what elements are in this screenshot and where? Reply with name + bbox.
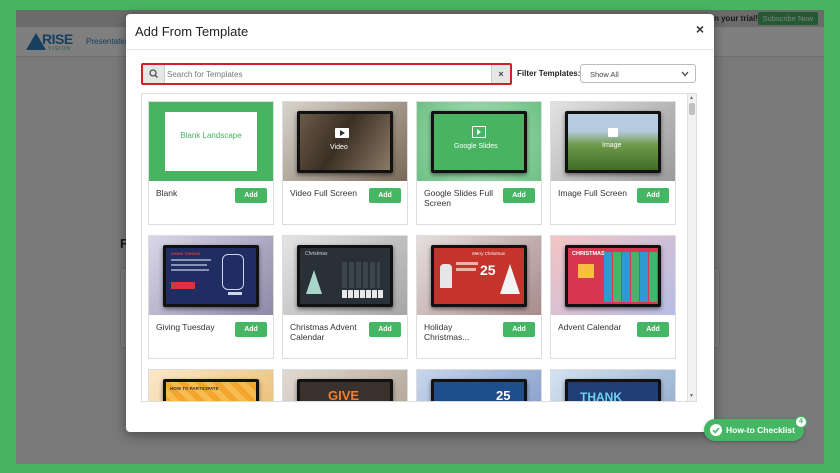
thumb-text: Image <box>602 142 622 149</box>
template-thumbnail: Blank Landscape <box>149 102 273 181</box>
thumb-text: HOW TO PARTICIPATE <box>170 386 219 391</box>
scroll-down-icon[interactable]: ▼ <box>689 393 694 399</box>
template-thumbnail: HOW TO PARTICIPATE <box>149 370 273 401</box>
add-from-template-modal: Add From Template × × Filter Templates: … <box>126 14 714 432</box>
filter-label: Filter Templates: <box>517 69 581 78</box>
modal-title: Add From Template <box>135 24 249 39</box>
add-button[interactable]: Add <box>369 322 401 337</box>
template-thumbnail: Merry Christmas 25 <box>417 236 541 315</box>
template-card-how-to-participate[interactable]: HOW TO PARTICIPATE <box>148 369 274 401</box>
chevron-down-icon <box>681 71 689 77</box>
template-card-countdown[interactable]: 25 <box>416 369 542 402</box>
scroll-thumb[interactable] <box>689 103 695 115</box>
thumb-text: Google Slides <box>454 143 498 150</box>
search-box: × <box>141 63 512 85</box>
template-thumbnail: 25 <box>417 370 541 402</box>
thumb-number: 25 <box>480 262 496 278</box>
template-card-christmas-advent-calendar[interactable]: Christmas Christmas Advent Calendar Add <box>282 235 408 359</box>
thumb-number: 25 <box>496 388 511 402</box>
template-thumbnail: THANK <box>551 370 675 402</box>
template-card-video[interactable]: Video Video Full Screen Add <box>282 101 408 225</box>
template-name: Video Full Screen <box>290 188 357 198</box>
thumb-text: THANK <box>580 390 622 402</box>
template-card-thank[interactable]: THANK <box>550 369 676 402</box>
filter-selected-value: Show All <box>590 70 619 79</box>
scroll-up-icon[interactable]: ▲ <box>689 95 694 101</box>
template-name: Holiday Christmas... <box>424 322 470 342</box>
modal-divider <box>126 49 714 50</box>
add-button[interactable]: Add <box>369 188 401 203</box>
thumb-text: GIVE <box>328 388 360 402</box>
template-thumbnail: CHRISTMAS <box>551 236 675 315</box>
template-name: Advent Calendar <box>558 322 622 332</box>
template-card-holiday-christmas[interactable]: Merry Christmas 25 Holiday Christmas... … <box>416 235 542 359</box>
add-button[interactable]: Add <box>503 322 535 337</box>
thumb-text: CHRISTMAS <box>572 251 605 257</box>
clear-search-icon[interactable]: × <box>491 65 510 83</box>
template-card-give[interactable]: GIVE <box>282 369 408 402</box>
thumb-text: Video <box>330 144 348 151</box>
template-thumbnail: Video <box>283 102 407 181</box>
filter-templates-select[interactable]: Show All <box>580 64 696 83</box>
thumb-text: GIVING TUESDAY <box>171 252 201 256</box>
checkmark-icon <box>710 424 722 436</box>
add-button[interactable]: Add <box>235 322 267 337</box>
close-icon[interactable]: × <box>696 22 704 36</box>
thumb-text: Merry Christmas <box>472 251 506 256</box>
template-thumbnail: GIVING TUESDAY <box>149 236 273 315</box>
template-card-image[interactable]: Image Image Full Screen Add <box>550 101 676 225</box>
template-thumbnail: Christmas <box>283 236 407 315</box>
template-card-google-slides[interactable]: Google Slides Google Slides Full Screen … <box>416 101 542 225</box>
template-thumbnail: Google Slides <box>417 102 541 181</box>
search-icon[interactable] <box>143 65 165 83</box>
how-to-checklist-button[interactable]: How-to Checklist <box>704 419 804 441</box>
template-grid: Blank Landscape Blank Add Video Video Fu… <box>141 93 697 402</box>
template-name: Giving Tuesday <box>156 322 215 332</box>
template-grid-scrollbar[interactable]: ▲ ▼ <box>687 94 696 401</box>
add-button[interactable]: Add <box>637 188 669 203</box>
add-button[interactable]: Add <box>503 188 535 203</box>
template-card-blank[interactable]: Blank Landscape Blank Add <box>148 101 274 225</box>
thumb-text: Blank Landscape <box>180 131 242 140</box>
template-name: Google Slides Full Screen <box>424 188 493 208</box>
checklist-label: How-to Checklist <box>726 425 795 435</box>
template-name: Christmas Advent Calendar <box>290 322 357 342</box>
template-card-advent-calendar[interactable]: CHRISTMAS Advent Calendar Add <box>550 235 676 359</box>
search-input[interactable] <box>167 65 487 83</box>
template-thumbnail: GIVE <box>283 370 407 402</box>
template-name: Blank <box>156 188 178 198</box>
add-button[interactable]: Add <box>235 188 267 203</box>
template-thumbnail: Image <box>551 102 675 181</box>
template-card-giving-tuesday[interactable]: GIVING TUESDAY Giving Tuesday Add <box>148 235 274 359</box>
template-name: Image Full Screen <box>558 188 627 198</box>
checklist-count-badge: 4 <box>795 416 807 428</box>
thumb-text: Christmas <box>305 251 328 257</box>
add-button[interactable]: Add <box>637 322 669 337</box>
